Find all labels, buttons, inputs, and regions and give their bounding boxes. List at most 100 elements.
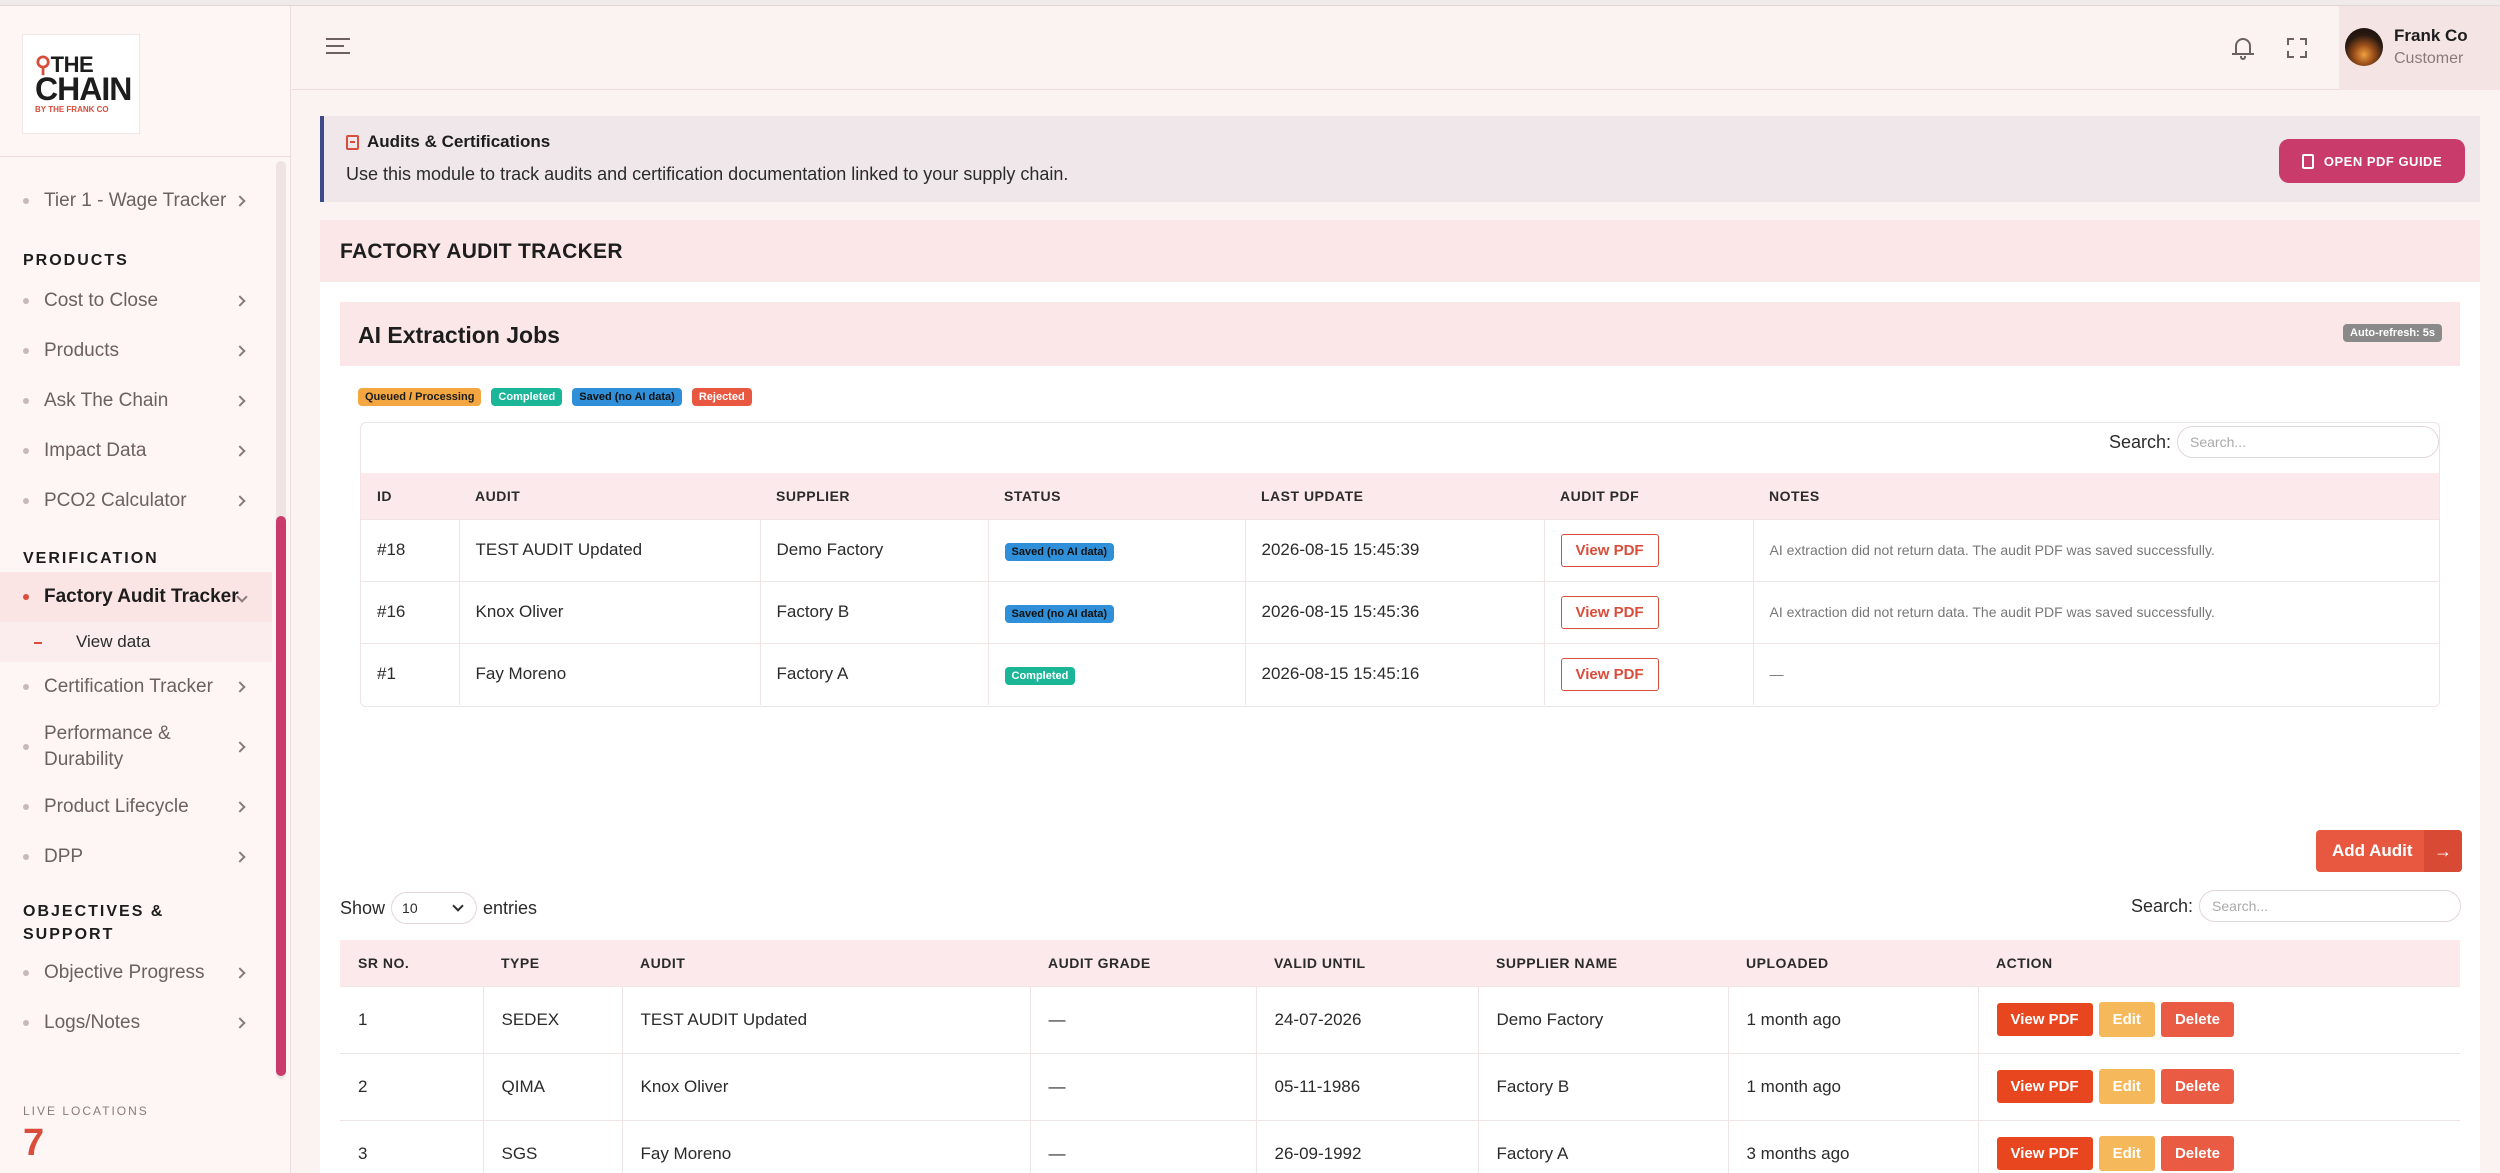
audit-type: QIMA bbox=[483, 1052, 623, 1120]
audits-table-header: SR NO. TYPE AUDIT AUDIT GRADE VALID UNTI… bbox=[340, 940, 2460, 986]
open-pdf-guide-label: OPEN PDF GUIDE bbox=[2323, 153, 2443, 169]
job-notes: AI extraction did not return data. The a… bbox=[1753, 580, 2439, 643]
auto-refresh-badge: Auto-refresh: 5s bbox=[2343, 324, 2442, 342]
column-header[interactable]: AUDIT bbox=[459, 473, 760, 519]
sidebar-scrollbar-thumb[interactable] bbox=[276, 516, 286, 1076]
chevron-right-icon bbox=[234, 495, 246, 507]
section-verification: VERIFICATION bbox=[23, 550, 159, 567]
edit-button[interactable]: Edit bbox=[2098, 1002, 2155, 1037]
job-audit: Knox Oliver bbox=[459, 580, 761, 643]
column-header[interactable]: LAST UPDATE bbox=[1245, 473, 1544, 519]
column-header[interactable]: AUDIT GRADE bbox=[1030, 940, 1256, 986]
dash-icon bbox=[34, 642, 42, 644]
chevron-right-icon bbox=[234, 395, 246, 407]
column-header[interactable]: AUDIT bbox=[622, 940, 1030, 986]
edit-button[interactable]: Edit bbox=[2098, 1069, 2155, 1104]
column-header[interactable]: UPLOADED bbox=[1728, 940, 1978, 986]
row-actions: View PDF Edit Delete bbox=[1996, 1069, 2234, 1104]
live-locations-label: LIVE LOCATIONS bbox=[23, 1104, 149, 1118]
sidebar-item-logs-notes[interactable]: Logs/Notes bbox=[0, 998, 272, 1048]
view-pdf-button[interactable]: View PDF bbox=[1996, 1070, 2093, 1103]
table-row: #16 Knox Oliver Factory B Saved (no AI d… bbox=[361, 580, 2439, 643]
sidebar-item-label: Ask The Chain bbox=[44, 390, 169, 411]
table-row: 1 SEDEX TEST AUDIT Updated — 24-07-2026 … bbox=[340, 985, 2460, 1053]
view-pdf-button[interactable]: View PDF bbox=[1560, 595, 1659, 629]
sidebar-item-product-lifecycle[interactable]: Product Lifecycle bbox=[0, 782, 272, 832]
menu-toggle-icon[interactable] bbox=[326, 38, 350, 56]
view-pdf-button[interactable]: View PDF bbox=[1996, 1003, 2093, 1036]
chevron-right-icon bbox=[234, 851, 246, 863]
column-header[interactable]: STATUS bbox=[988, 473, 1245, 519]
table-row: 2 QIMA Knox Oliver — 05-11-1986 Factory … bbox=[340, 1052, 2460, 1120]
jobs-search-label: Search: bbox=[2108, 431, 2171, 452]
avatar bbox=[2345, 28, 2383, 66]
audit-sr: 3 bbox=[340, 1119, 484, 1173]
audit-valid-until: 24-07-2026 bbox=[1256, 985, 1479, 1053]
sidebar-item-pco2-calculator[interactable]: PCO2 Calculator bbox=[0, 476, 272, 526]
bell-icon[interactable] bbox=[2232, 36, 2254, 60]
file-icon bbox=[2301, 153, 2314, 169]
sidebar-item-factory-audit-tracker[interactable]: Factory Audit Tracker bbox=[0, 572, 272, 622]
sidebar-item-label: Products bbox=[44, 340, 119, 361]
banner-text: Use this module to track audits and cert… bbox=[346, 164, 1069, 184]
job-id: #1 bbox=[361, 642, 460, 705]
sidebar-item-products[interactable]: Products bbox=[0, 326, 272, 376]
sidebar-item-certification-tracker[interactable]: Certification Tracker bbox=[0, 662, 272, 712]
sidebar-item-dpp[interactable]: DPP bbox=[0, 832, 272, 882]
sidebar-item-label: Cost to Close bbox=[44, 290, 159, 311]
column-header[interactable]: SR NO. bbox=[340, 940, 483, 986]
column-header[interactable]: SUPPLIER bbox=[760, 473, 988, 519]
job-id: #16 bbox=[361, 580, 460, 643]
bullet-icon bbox=[23, 298, 29, 304]
column-header[interactable]: ID bbox=[361, 473, 459, 519]
chevron-right-icon bbox=[234, 345, 246, 357]
status-legend: Queued / Processing Completed Saved (no … bbox=[358, 388, 752, 406]
audit-grade: — bbox=[1030, 1119, 1257, 1173]
sidebar-item-label: Impact Data bbox=[44, 440, 147, 461]
view-pdf-button[interactable]: View PDF bbox=[1996, 1137, 2093, 1171]
view-pdf-button[interactable]: View PDF bbox=[1560, 657, 1659, 691]
fullscreen-icon[interactable] bbox=[2287, 38, 2307, 58]
user-menu[interactable]: Frank Co Customer bbox=[2339, 6, 2500, 90]
view-pdf-button[interactable]: View PDF bbox=[1560, 533, 1659, 567]
open-pdf-guide-button[interactable]: OPEN PDF GUIDE bbox=[2279, 139, 2465, 183]
column-header[interactable]: AUDIT PDF bbox=[1544, 473, 1753, 519]
sidebar-subitem-view-data[interactable]: View data bbox=[0, 622, 272, 662]
sidebar-item-label: Certification Tracker bbox=[44, 676, 213, 697]
jobs-table-wrapper: Search: ID AUDIT SUPPLIER STATUS LAST UP… bbox=[360, 422, 2440, 707]
column-header[interactable]: VALID UNTIL bbox=[1256, 940, 1478, 986]
column-header[interactable]: SUPPLIER NAME bbox=[1478, 940, 1728, 986]
sidebar-item-cost-to-close[interactable]: Cost to Close bbox=[0, 276, 272, 326]
sidebar-item-impact-data[interactable]: Impact Data bbox=[0, 426, 272, 476]
chevron-right-icon bbox=[234, 1017, 246, 1029]
column-header[interactable]: TYPE bbox=[483, 940, 622, 986]
sidebar-item-label: Objective Progress bbox=[44, 962, 205, 983]
delete-button[interactable]: Delete bbox=[2160, 1069, 2234, 1104]
user-role: Customer bbox=[2394, 50, 2464, 67]
brand-logo[interactable]: ⚲THE CHAIN BY THE FRANK CO bbox=[22, 34, 140, 134]
delete-button[interactable]: Delete bbox=[2160, 1136, 2234, 1172]
sidebar-item-label: Logs/Notes bbox=[44, 1012, 141, 1033]
chevron-right-icon bbox=[234, 801, 246, 813]
add-audit-button[interactable]: Add Audit → bbox=[2316, 830, 2462, 872]
sidebar-item-performance-durability[interactable]: Performance & Durability bbox=[0, 712, 272, 782]
sidebar-item-label: Tier 1 - Wage Tracker bbox=[44, 190, 227, 211]
job-id: #18 bbox=[361, 518, 460, 581]
sidebar-item-wage-tracker[interactable]: Tier 1 - Wage Tracker bbox=[0, 176, 272, 226]
delete-button[interactable]: Delete bbox=[2160, 1002, 2234, 1037]
column-header[interactable]: NOTES bbox=[1753, 473, 2439, 519]
sidebar-item-ask-the-chain[interactable]: Ask The Chain bbox=[0, 376, 272, 426]
sidebar-item-objective-progress[interactable]: Objective Progress bbox=[0, 948, 272, 998]
page-title: FACTORY AUDIT TRACKER bbox=[340, 240, 623, 263]
legend-rejected-badge: Rejected bbox=[691, 388, 752, 406]
audit-type: SGS bbox=[483, 1119, 623, 1173]
audit-grade: — bbox=[1030, 985, 1257, 1053]
job-audit: TEST AUDIT Updated bbox=[459, 518, 761, 581]
jobs-search-input[interactable] bbox=[2177, 426, 2439, 458]
audit-name: TEST AUDIT Updated bbox=[622, 985, 1031, 1053]
audits-search-input[interactable] bbox=[2199, 890, 2462, 922]
job-supplier: Factory A bbox=[760, 642, 989, 705]
entries-select[interactable]: 10 bbox=[391, 892, 478, 924]
entries-value: 10 bbox=[402, 900, 418, 916]
edit-button[interactable]: Edit bbox=[2098, 1136, 2155, 1172]
